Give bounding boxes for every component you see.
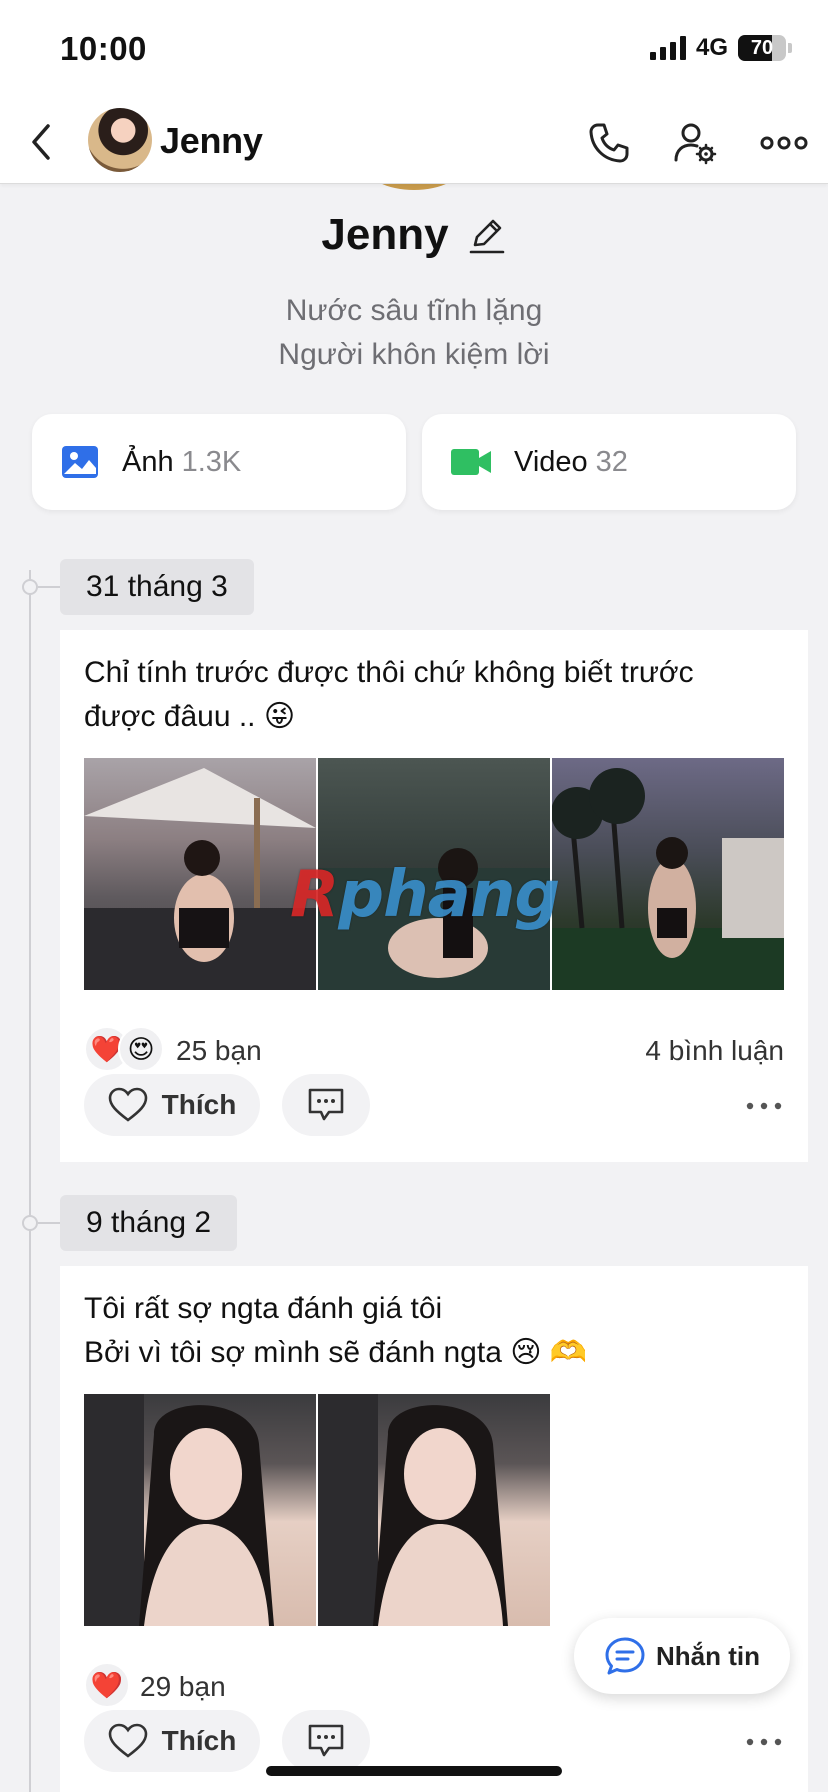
network-type: 4G xyxy=(695,34,728,61)
post-photo[interactable] xyxy=(84,1394,316,1626)
post-text-line: Chỉ tính trước được thôi chứ không biết … xyxy=(84,656,694,689)
battery-icon: 70 xyxy=(738,35,786,61)
photos-button[interactable]: Ảnh 1.3K xyxy=(32,414,406,510)
heart-icon xyxy=(108,1723,147,1758)
like-button[interactable]: Thích xyxy=(84,1710,260,1772)
videos-label: Video xyxy=(514,445,588,478)
reaction-count[interactable]: 29 bạn xyxy=(140,1671,226,1703)
edit-icon[interactable] xyxy=(467,215,507,255)
more-dots-icon[interactable] xyxy=(744,1732,784,1752)
chevron-left-icon xyxy=(32,124,50,160)
chat-bubble-icon xyxy=(605,1637,645,1675)
signal-icon xyxy=(649,36,686,60)
video-icon xyxy=(451,449,491,475)
profile-name: Jenny xyxy=(321,210,449,259)
comment-count[interactable]: 4 bình luận xyxy=(645,1035,784,1067)
videos-button[interactable]: Video 32 xyxy=(422,414,796,510)
heart-reaction-icon: ❤️ xyxy=(84,1662,130,1708)
watermark: Rphang xyxy=(290,858,560,932)
comment-icon xyxy=(308,1724,344,1757)
post-photo[interactable] xyxy=(552,758,784,990)
post-photo[interactable] xyxy=(318,1394,550,1626)
post-photo[interactable] xyxy=(84,758,316,990)
videos-count: 32 xyxy=(595,445,628,478)
more-options-button[interactable] xyxy=(760,120,808,166)
profile-header: Jenny xyxy=(0,100,828,184)
comment-button[interactable] xyxy=(282,1710,370,1772)
heart-eyes-reaction-icon: 😍 xyxy=(118,1026,164,1072)
comment-icon xyxy=(308,1088,344,1121)
timeline-dot xyxy=(22,579,38,595)
timeline-tick xyxy=(38,1222,60,1224)
status-indicators: 4G 70 xyxy=(649,34,792,62)
resort-scene xyxy=(552,768,784,990)
bio-line: Nước sâu tĩnh lặng xyxy=(285,294,543,327)
timeline-tick xyxy=(38,586,60,588)
send-message-label: Nhắn tin xyxy=(656,1640,760,1671)
status-time: 10:00 xyxy=(60,30,147,67)
back-button[interactable] xyxy=(22,120,62,164)
timeline-line xyxy=(29,570,31,1792)
status-bar: 10:00 4G 70 xyxy=(0,0,828,100)
call-button[interactable] xyxy=(586,120,632,166)
user-settings-icon xyxy=(674,123,717,165)
post-text-line: được đâuu .. 😜 xyxy=(84,700,296,733)
home-indicator[interactable] xyxy=(266,1766,562,1776)
photos-count: 1.3K xyxy=(181,445,242,478)
post-text-line: Bởi vì tôi sợ mình sẽ đánh ngta 😢 🫶 xyxy=(84,1336,588,1369)
like-label: Thích xyxy=(161,1089,237,1120)
battery-level: 70 xyxy=(750,37,774,59)
selfie-scene xyxy=(84,1394,274,1626)
post-date: 9 tháng 2 xyxy=(60,1195,238,1251)
header-name[interactable]: Jenny xyxy=(160,120,263,162)
selfie-scene xyxy=(318,1394,508,1626)
bio-line: Người khôn kiệm lời xyxy=(278,338,550,371)
profile-settings-button[interactable] xyxy=(672,120,718,166)
post-date: 31 tháng 3 xyxy=(60,559,254,615)
umbrella-scene xyxy=(84,768,316,990)
image-icon xyxy=(62,446,98,478)
battery-nub xyxy=(788,43,792,53)
heart-icon xyxy=(108,1087,147,1122)
post-card: Tôi rất sợ ngta đánh giá tôi Bởi vì tôi … xyxy=(60,1266,808,1792)
avatar[interactable] xyxy=(88,108,152,172)
post-text-line: Tôi rất sợ ngta đánh giá tôi xyxy=(84,1292,443,1325)
phone-icon xyxy=(589,123,629,163)
reaction-count[interactable]: 25 bạn xyxy=(176,1035,262,1067)
like-button[interactable]: Thích xyxy=(84,1074,260,1136)
more-horizontal-icon xyxy=(760,136,808,150)
send-message-button[interactable]: Nhắn tin xyxy=(574,1618,790,1694)
comment-button[interactable] xyxy=(282,1074,370,1136)
like-label: Thích xyxy=(161,1725,237,1756)
profile-name-row: Jenny xyxy=(0,210,828,260)
timeline-dot xyxy=(22,1215,38,1231)
more-dots-icon[interactable] xyxy=(744,1096,784,1116)
photos-label: Ảnh xyxy=(122,445,174,478)
